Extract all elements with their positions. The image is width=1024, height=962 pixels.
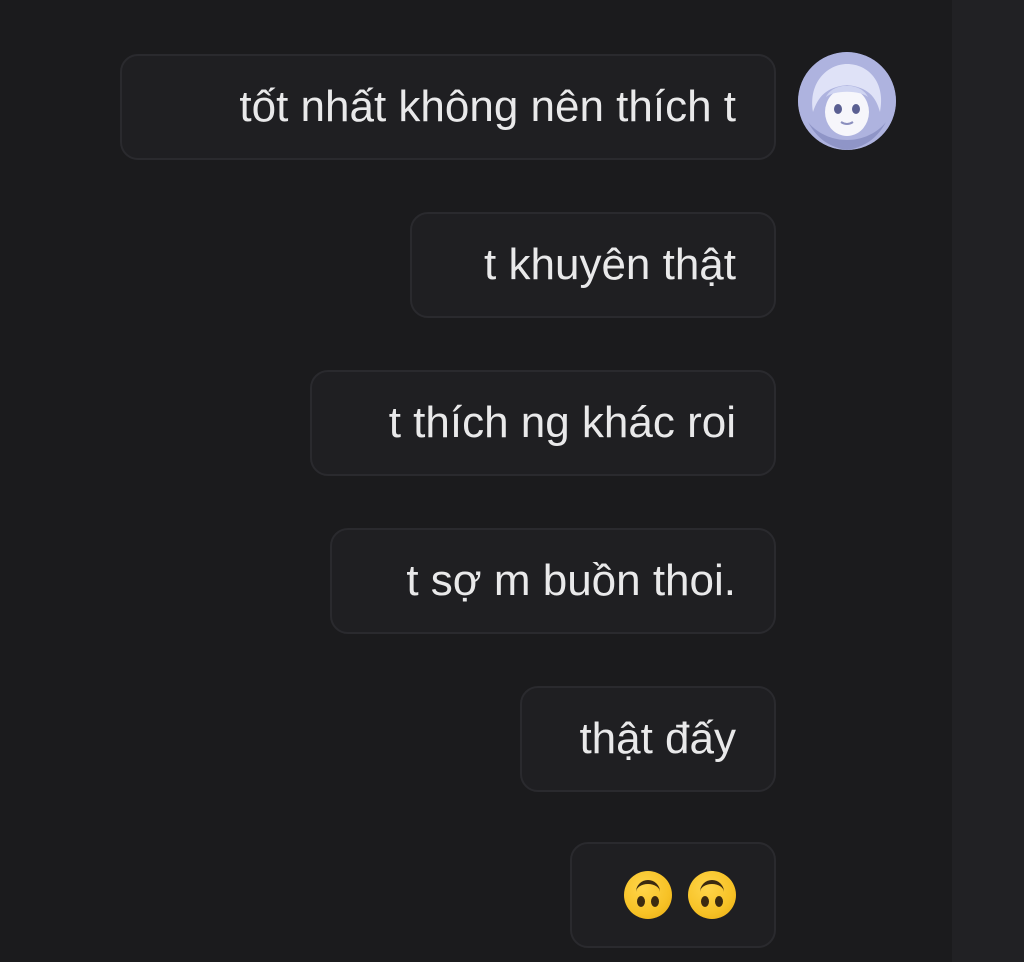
message-text: thật đấy	[579, 714, 736, 763]
emoji-message-bubble[interactable]	[570, 842, 776, 948]
upside-down-face-icon	[624, 871, 672, 919]
message-text: t sợ m buồn thoi.	[406, 556, 736, 605]
upside-down-face-icon	[688, 871, 736, 919]
message-text: tốt nhất không nên thích t	[239, 82, 736, 131]
message-bubble[interactable]: tốt nhất không nên thích t	[120, 54, 776, 160]
avatar[interactable]	[798, 52, 896, 150]
message-bubble[interactable]: t sợ m buồn thoi.	[330, 528, 776, 634]
message-bubble[interactable]: thật đấy	[520, 686, 776, 792]
message-text: t thích ng khác roi	[388, 398, 736, 447]
emoji-row	[624, 871, 736, 919]
message-bubble[interactable]: t thích ng khác roi	[310, 370, 776, 476]
anime-girl-avatar-icon	[798, 52, 896, 150]
message-text: t khuyên thật	[484, 240, 736, 289]
right-gutter	[952, 0, 1024, 962]
message-bubble[interactable]: t khuyên thật	[410, 212, 776, 318]
